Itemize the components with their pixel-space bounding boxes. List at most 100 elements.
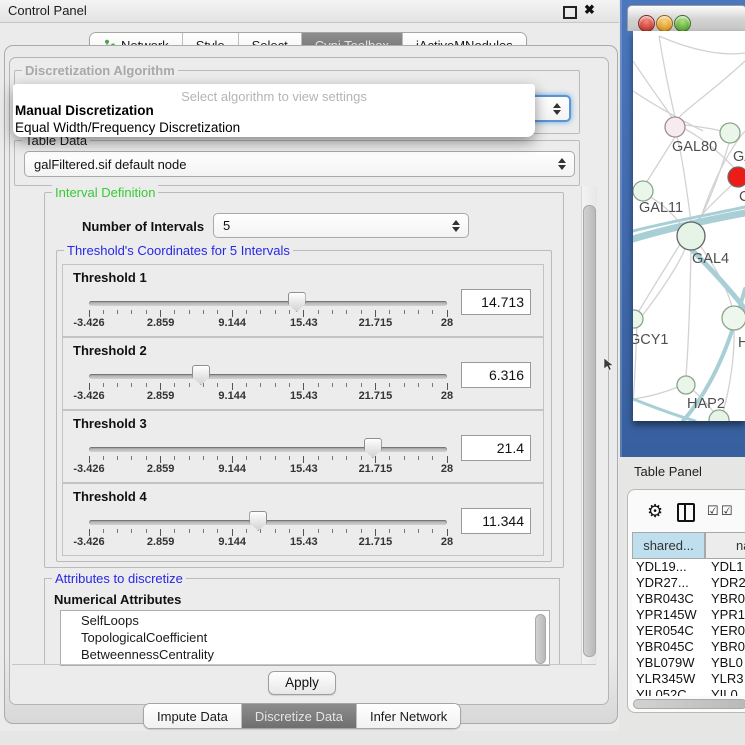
algorithm-option-manual[interactable]: Manual Discretization	[15, 103, 154, 118]
slider-tick	[174, 383, 175, 387]
slider-scale-label: 15.43	[274, 536, 334, 548]
slider-scale-label: 28	[417, 390, 477, 402]
attribute-list-item[interactable]: SelfLoops	[81, 613, 139, 628]
table-row[interactable]: YBL079WYBL0	[632, 655, 745, 671]
table-cell-name: YBR0	[711, 591, 745, 606]
table-cell-name: YBL0	[711, 655, 743, 670]
threshold-slider-handle[interactable]	[192, 365, 210, 385]
apply-button[interactable]: Apply	[268, 671, 336, 695]
threshold-slider-track[interactable]	[89, 301, 447, 306]
tab-label: Infer Network	[370, 709, 447, 724]
slider-tick	[232, 383, 233, 390]
table-hscrollbar-thumb[interactable]	[633, 699, 745, 709]
checkbox-column-icon[interactable]: ☑	[721, 504, 733, 518]
graph-node[interactable]	[720, 123, 740, 143]
graph-node[interactable]	[728, 167, 745, 187]
attribute-list-item[interactable]: BetweennessCentrality	[81, 647, 214, 662]
table-header-name[interactable]: na	[705, 532, 745, 559]
threshold-value-field[interactable]: 11.344	[461, 508, 531, 534]
network-canvas[interactable]: GAL80GACGAL11GAL4GCY1HHAP2	[633, 31, 745, 421]
threshold-label: Threshold 3	[73, 416, 147, 431]
table-row[interactable]: YLR345WYLR3	[632, 671, 745, 687]
slider-tick	[375, 456, 376, 463]
tab-impute-data[interactable]: Impute Data	[144, 704, 242, 728]
graph-node[interactable]	[677, 222, 705, 250]
graph-node[interactable]	[677, 376, 695, 394]
slider-scale-label: -3.426	[59, 463, 119, 475]
network-window-titlebar[interactable]	[627, 5, 745, 31]
slider-tick	[260, 310, 261, 314]
table-row[interactable]: YER054CYER0	[632, 623, 745, 639]
table-cell-name: YIL0	[711, 687, 738, 696]
slider-tick	[103, 529, 104, 533]
split-columns-icon[interactable]	[677, 503, 695, 522]
gear-icon[interactable]: ⚙	[647, 503, 663, 519]
slider-tick	[303, 310, 304, 317]
threshold-slider-handle[interactable]	[249, 511, 267, 531]
table-cell-shared-name: YLR345W	[636, 671, 695, 686]
slider-tick	[217, 529, 218, 533]
threshold-value-field[interactable]: 14.713	[461, 289, 531, 315]
number-of-intervals-combo[interactable]: 5	[213, 213, 469, 238]
threshold-slider-track[interactable]	[89, 447, 447, 452]
minimize-traffic-light[interactable]	[656, 15, 673, 32]
slider-tick	[432, 529, 433, 533]
checkbox-column-icon[interactable]: ☑	[707, 504, 719, 518]
slider-tick	[217, 383, 218, 387]
graph-node-label: GA	[733, 149, 745, 165]
threshold-slider-track[interactable]	[89, 374, 447, 379]
table-data-combo[interactable]: galFiltered.sif default node	[24, 151, 575, 177]
table-row[interactable]: YPR145WYPR1	[632, 607, 745, 623]
slider-tick	[260, 456, 261, 460]
close-traffic-light[interactable]	[638, 15, 655, 32]
slider-tick	[289, 310, 290, 314]
table-row[interactable]: YBR045CYBR0	[632, 639, 745, 655]
table-row[interactable]: YBR043CYBR0	[632, 591, 745, 607]
slider-tick	[103, 310, 104, 314]
threshold-value-field[interactable]: 21.4	[461, 435, 531, 461]
slider-scale-label: 15.43	[274, 390, 334, 402]
close-icon[interactable]: ✖	[584, 2, 595, 18]
slider-tick	[303, 529, 304, 536]
threshold-value-field[interactable]: 6.316	[461, 362, 531, 388]
thresholds-stack: Threshold 1-3.4262.8599.14415.4321.71528…	[62, 264, 544, 558]
slider-scale-label: -3.426	[59, 536, 119, 548]
threshold-panel: Threshold 2-3.4262.8599.14415.4321.71528…	[62, 337, 544, 410]
slider-tick	[404, 456, 405, 460]
slider-tick	[89, 383, 90, 390]
slider-tick	[131, 383, 132, 387]
table-cell-name: YDR2	[711, 575, 745, 590]
combo-stepper-icon	[553, 103, 561, 115]
float-window-icon[interactable]	[563, 6, 577, 19]
graph-node[interactable]	[633, 181, 653, 201]
settings-scrollbar-thumb[interactable]	[583, 205, 596, 657]
slider-tick	[260, 383, 261, 387]
table-cell-shared-name: YER054C	[636, 623, 694, 638]
graph-node-label: HAP2	[687, 396, 725, 412]
slider-tick	[346, 383, 347, 387]
table-header-shared[interactable]: shared...	[632, 532, 705, 559]
attribute-list-item[interactable]: TopologicalCoefficient	[81, 630, 207, 645]
algorithm-option-equal-width[interactable]: Equal Width/Frequency Discretization	[15, 120, 240, 135]
list-scrollbar-thumb[interactable]	[535, 614, 546, 664]
zoom-traffic-light[interactable]	[674, 15, 691, 32]
slider-scale-label: -3.426	[59, 390, 119, 402]
slider-tick	[117, 310, 118, 314]
table-row[interactable]: YDL19...YDL1	[632, 559, 745, 575]
tab-discretize-data[interactable]: Discretize Data	[242, 704, 357, 728]
threshold-slider-track[interactable]	[89, 520, 447, 525]
threshold-slider-handle[interactable]	[364, 438, 382, 458]
tab-infer-network[interactable]: Infer Network	[357, 704, 460, 728]
table-cell-shared-name: YPR145W	[636, 607, 697, 622]
slider-scale-label: 28	[417, 317, 477, 329]
slider-tick	[232, 529, 233, 536]
threshold-slider-handle[interactable]	[288, 292, 306, 312]
slider-tick	[404, 529, 405, 533]
slider-tick	[318, 310, 319, 314]
graph-node[interactable]	[722, 306, 745, 330]
graph-node[interactable]	[665, 117, 685, 137]
table-row[interactable]: YIL052CYIL0	[632, 687, 745, 696]
table-row[interactable]: YDR27...YDR2	[632, 575, 745, 591]
graph-node[interactable]	[633, 310, 643, 328]
discretization-algorithm-title: Discretization Algorithm	[22, 63, 178, 78]
